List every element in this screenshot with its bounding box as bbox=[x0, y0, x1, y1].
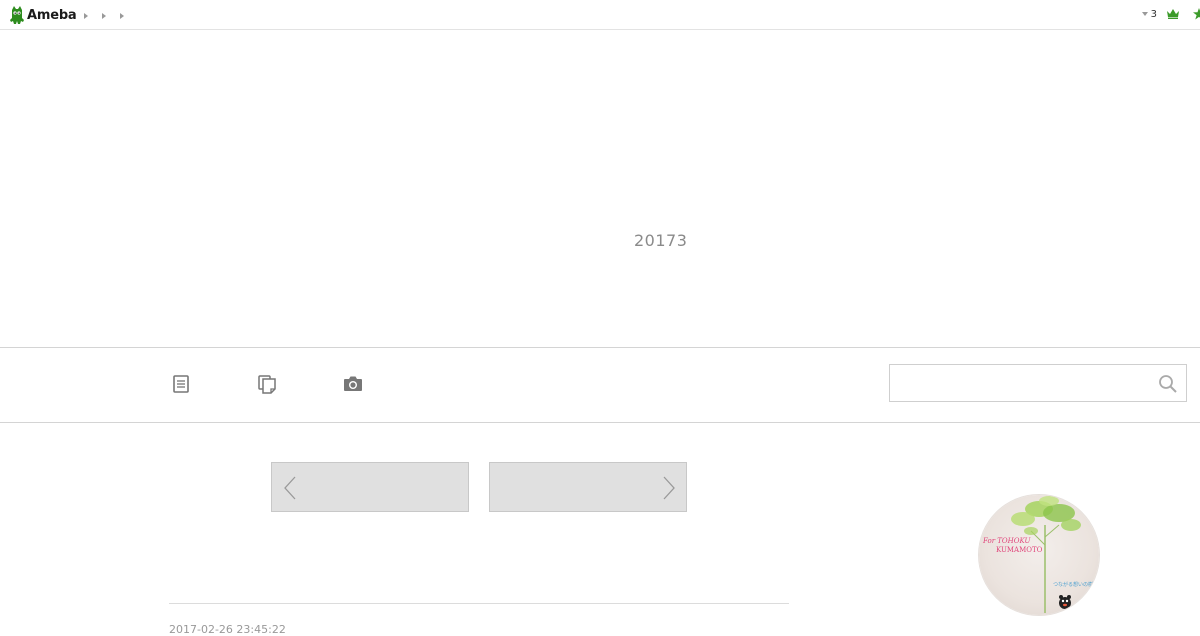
chevron-right-icon bbox=[663, 476, 675, 500]
crown-icon[interactable] bbox=[1167, 9, 1179, 19]
camera-icon bbox=[344, 376, 362, 391]
search-button[interactable] bbox=[1158, 374, 1178, 394]
header-user-area: 3 bbox=[1141, 5, 1200, 24]
nav-theme-list[interactable] bbox=[256, 373, 278, 395]
ameba-logo-text: Ameba bbox=[27, 7, 77, 23]
search-form bbox=[889, 364, 1187, 402]
ameba-logo-icon bbox=[10, 6, 24, 24]
breadcrumb-arrow-icon[interactable] bbox=[84, 13, 88, 19]
notification-count[interactable]: 3 bbox=[1151, 9, 1157, 20]
breadcrumb bbox=[84, 10, 124, 19]
profile-image-text: For TOHOKU bbox=[983, 537, 1031, 545]
profile-image[interactable]: For TOHOKU KUMAMOTO つながる想いの樹 bbox=[979, 495, 1099, 615]
nav-article-list[interactable] bbox=[170, 373, 192, 395]
tree-illustration bbox=[1011, 496, 1081, 613]
blog-title[interactable]: 20173 bbox=[634, 231, 687, 250]
nav-image-list[interactable] bbox=[342, 373, 364, 395]
article-list-icon bbox=[173, 375, 189, 393]
next-entry-button[interactable] bbox=[489, 462, 687, 512]
search-icon bbox=[1159, 375, 1177, 393]
breadcrumb-arrow-icon[interactable] bbox=[120, 13, 124, 19]
ameba-logo[interactable]: Ameba bbox=[10, 5, 77, 25]
caret-down-icon[interactable] bbox=[1141, 12, 1148, 16]
global-header: Ameba 3 bbox=[0, 0, 1200, 30]
breadcrumb-arrow-icon[interactable] bbox=[102, 13, 106, 19]
chevron-left-icon bbox=[284, 476, 296, 500]
profile-image-caption: つながる想いの樹 bbox=[1053, 582, 1094, 588]
article-divider bbox=[169, 603, 789, 604]
theme-list-icon bbox=[258, 375, 276, 394]
star-icon[interactable] bbox=[1193, 5, 1200, 24]
prev-entry-button[interactable] bbox=[271, 462, 469, 512]
search-input[interactable] bbox=[890, 365, 1150, 401]
blog-nav bbox=[0, 347, 1200, 423]
profile-image-text: KUMAMOTO bbox=[996, 546, 1043, 554]
blog-header: 20173 bbox=[0, 30, 1200, 347]
